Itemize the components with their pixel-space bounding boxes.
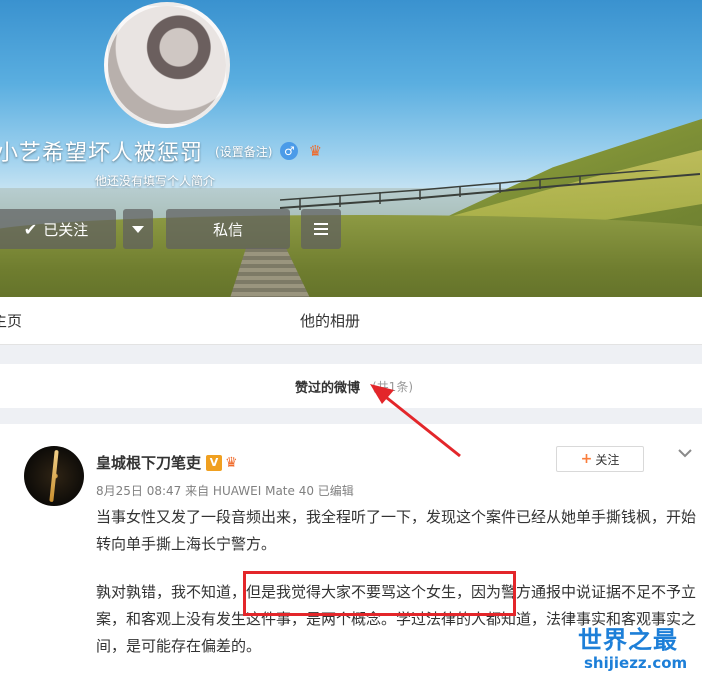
cover-fence xyxy=(280,170,700,210)
profile-bio: 他还没有填写个人简介 xyxy=(95,174,216,188)
follow-options-button[interactable] xyxy=(123,209,153,249)
author-avatar[interactable] xyxy=(24,446,84,506)
post-author: 皇城根下刀笔吏 V ♛ xyxy=(96,452,238,473)
watermark-title: 世界之最 xyxy=(578,626,678,654)
author-name[interactable]: 皇城根下刀笔吏 xyxy=(96,452,201,473)
set-remark-link[interactable]: (设置备注) xyxy=(215,143,272,160)
check-icon: ✔ xyxy=(23,219,38,239)
post-meta: 8月25日 08:47 来自 HUAWEI Mate 40 已编辑 xyxy=(96,484,354,498)
profile-cover: 小艺希望坏人被惩罚 (设置备注) ♂ ♛ 他还没有填写个人简介 ✔ 已关注 私信 xyxy=(0,0,702,297)
menu-icon-bar xyxy=(314,228,328,230)
plus-icon: + xyxy=(580,451,593,467)
annotation-arrow xyxy=(370,384,461,458)
watermark-url: shijiezz.com xyxy=(584,654,688,672)
profile-avatar[interactable] xyxy=(104,2,230,128)
highlight-box xyxy=(243,571,516,616)
caret-down-icon xyxy=(132,225,144,233)
message-label: 私信 xyxy=(212,220,243,239)
vip-icon[interactable]: ♛ xyxy=(225,455,238,471)
tab-home[interactable]: 主页 xyxy=(0,310,22,331)
more-menu-button[interactable] xyxy=(301,209,341,249)
post-paragraph: 当事女性又发了一段音频出来，我全程听了一下，发现这个案件已经从她单手撕钱枫，开始… xyxy=(96,508,697,553)
follow-author-button[interactable]: + 关注 xyxy=(556,446,644,472)
followed-button[interactable]: ✔ 已关注 xyxy=(0,209,116,249)
vip-icon[interactable]: ♛ xyxy=(304,141,326,161)
verified-v-icon: V xyxy=(206,454,223,471)
message-button[interactable]: 私信 xyxy=(166,209,290,249)
male-icon: ♂ xyxy=(280,142,299,160)
menu-icon-bar xyxy=(314,223,328,225)
menu-icon-bar xyxy=(314,233,328,235)
site-watermark: 世界之最 shijiezz.com xyxy=(568,618,702,679)
liked-posts-header: 赞过的微博 (共1条) xyxy=(0,364,702,408)
profile-nickname: 小艺希望坏人被惩罚 xyxy=(0,141,204,166)
liked-posts-title[interactable]: 赞过的微博 xyxy=(295,377,360,396)
nickname-row: 小艺希望坏人被惩罚 (设置备注) ♂ ♛ xyxy=(0,136,326,166)
profile-tabs: 主页 他的相册 xyxy=(0,297,702,345)
tab-album[interactable]: 他的相册 xyxy=(300,310,360,331)
follow-label: 关注 xyxy=(595,452,620,467)
chevron-down-icon[interactable] xyxy=(678,446,692,460)
followed-label: 已关注 xyxy=(43,220,89,239)
